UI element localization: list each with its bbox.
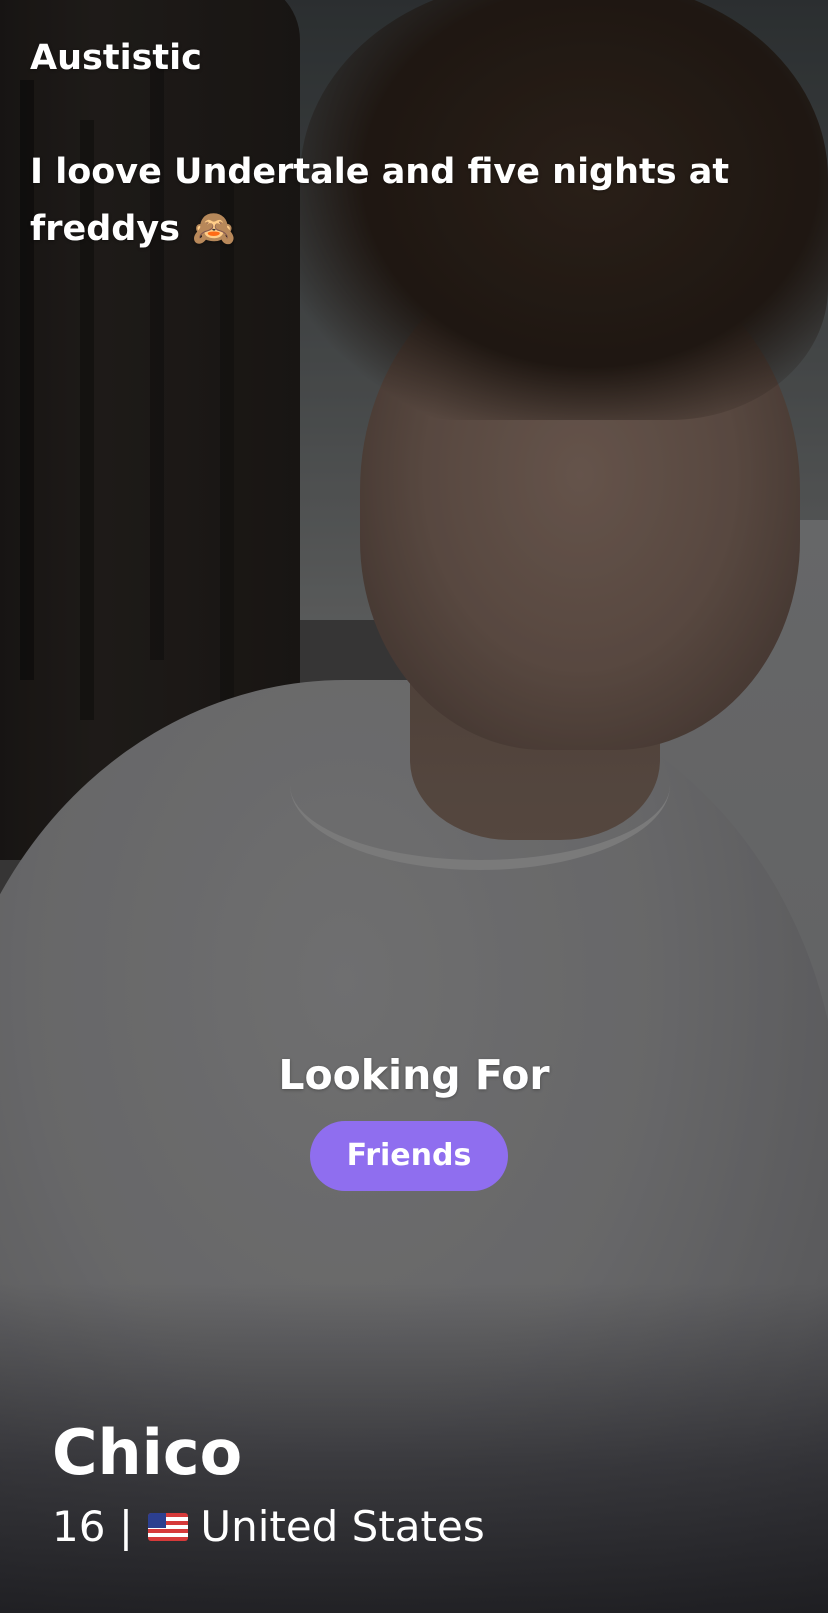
looking-for-section: Looking For Friends [0,1045,828,1191]
us-flag-icon [148,1512,189,1541]
looking-for-title: Looking For [278,1051,550,1099]
profile-age: 16 [52,1502,106,1551]
meta-separator: | [118,1502,133,1551]
profile-bio: Austistic I loove Undertale and five nig… [30,38,730,249]
profile-identity: Chico 16 | United States [52,1413,485,1555]
profile-name: Chico [52,1416,243,1489]
profile-card[interactable]: Austistic I loove Undertale and five nig… [0,0,828,1613]
profile-meta: 16 | United States [52,1499,485,1555]
looking-for-tag-friends: Friends [310,1121,508,1191]
profile-country: United States [200,1502,485,1551]
